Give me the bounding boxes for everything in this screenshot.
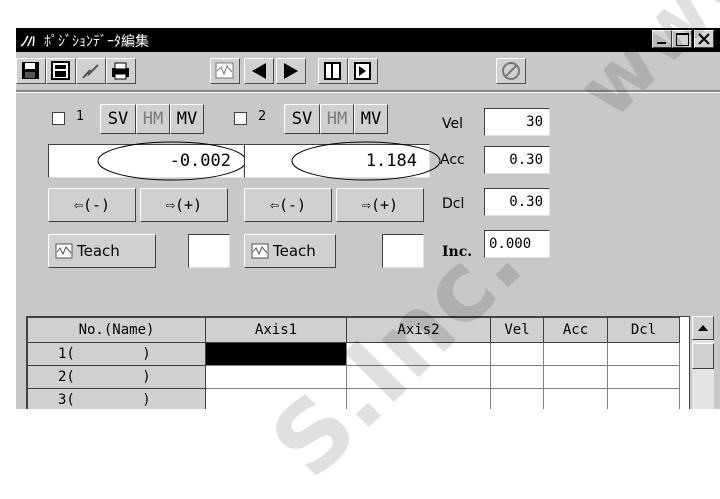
- table-cell[interactable]: [543, 342, 608, 366]
- axis1-mv-button[interactable]: MV: [170, 104, 204, 134]
- flash-button[interactable]: [76, 58, 106, 84]
- print-button[interactable]: [106, 58, 136, 84]
- axis2-hm-button[interactable]: HM: [320, 104, 354, 134]
- axis1-teach-button[interactable]: Teach: [48, 234, 156, 268]
- table-cell[interactable]: [607, 342, 680, 366]
- previous-button[interactable]: [244, 58, 274, 84]
- axis2-number: 2: [258, 109, 267, 124]
- page-forward-button[interactable]: [348, 58, 378, 84]
- axis2-sv-button[interactable]: SV: [284, 104, 320, 134]
- device-button[interactable]: [46, 58, 76, 84]
- column-header-acc[interactable]: Acc: [543, 317, 608, 343]
- table-cell[interactable]: [607, 365, 680, 389]
- scroll-thumb[interactable]: [692, 343, 714, 369]
- row-header[interactable]: 1( ): [27, 342, 206, 366]
- teach-icon: [251, 243, 269, 259]
- axis2-checkbox[interactable]: [234, 112, 247, 125]
- table-cell[interactable]: [543, 388, 608, 409]
- window-title: ﾎﾟｼﾞｼｮﾝﾃﾞｰﾀ編集: [44, 34, 149, 50]
- axis1-checkbox[interactable]: [52, 112, 65, 125]
- print-icon: [112, 62, 129, 80]
- vel-label: Vel: [442, 116, 463, 132]
- flash-icon: [82, 64, 99, 79]
- axis2-mv-button[interactable]: MV: [354, 104, 388, 134]
- row-header[interactable]: 2( ): [27, 365, 206, 389]
- device-icon: [51, 61, 70, 80]
- prev-icon: [252, 63, 266, 79]
- table-cell[interactable]: [607, 388, 680, 409]
- axis1-jog-plus-button[interactable]: ⇨(+): [140, 188, 228, 222]
- axis1-jog-minus-button[interactable]: ⇦(-): [48, 188, 136, 222]
- acc-input[interactable]: 0.30: [484, 146, 550, 174]
- waveform-button[interactable]: [210, 58, 240, 84]
- cancel-icon: [502, 62, 520, 80]
- save-icon: [22, 62, 39, 79]
- axis2-teach-label: Teach: [273, 242, 316, 260]
- vertical-scrollbar[interactable]: [692, 316, 714, 409]
- axis1-hm-button[interactable]: HM: [136, 104, 170, 134]
- table-cell[interactable]: [490, 388, 544, 409]
- column-header-name[interactable]: No.(Name): [27, 317, 206, 343]
- row-header[interactable]: 3( ): [27, 388, 206, 409]
- axis2-jog-minus-button[interactable]: ⇦(-): [244, 188, 332, 222]
- axis1-teach-label: Teach: [77, 242, 120, 260]
- app-icon: ﾉﾊ: [20, 34, 34, 50]
- axis2-value-highlight-ellipse: [291, 141, 441, 181]
- axis1-sv-button[interactable]: SV: [100, 104, 136, 134]
- acc-label: Acc: [440, 152, 465, 168]
- column-header-dcl[interactable]: Dcl: [607, 317, 680, 343]
- dcl-input[interactable]: 0.30: [484, 188, 550, 216]
- next-icon: [284, 63, 298, 79]
- table-cell[interactable]: [543, 365, 608, 389]
- page-forward-icon: [354, 62, 371, 80]
- teach-icon: [55, 243, 73, 259]
- page-button[interactable]: [318, 58, 348, 84]
- waveform-icon: [215, 62, 234, 79]
- scroll-up-icon: [698, 325, 708, 331]
- table-cell[interactable]: [490, 342, 544, 366]
- save-button[interactable]: [16, 58, 46, 84]
- axis1-teach-field[interactable]: [188, 234, 230, 268]
- axis1-number: 1: [76, 109, 85, 124]
- page-icon: [324, 62, 341, 80]
- axis2-jog-plus-button[interactable]: ⇨(+): [336, 188, 424, 222]
- cancel-button[interactable]: [496, 58, 526, 84]
- column-header-axis1[interactable]: Axis1: [205, 317, 347, 343]
- axis2-teach-button[interactable]: Teach: [244, 234, 336, 268]
- table-cell[interactable]: [490, 365, 544, 389]
- axis1-value-highlight-ellipse: [97, 141, 247, 181]
- vel-input[interactable]: 30: [484, 108, 550, 136]
- scroll-up-button[interactable]: [692, 316, 714, 340]
- next-button[interactable]: [276, 58, 306, 84]
